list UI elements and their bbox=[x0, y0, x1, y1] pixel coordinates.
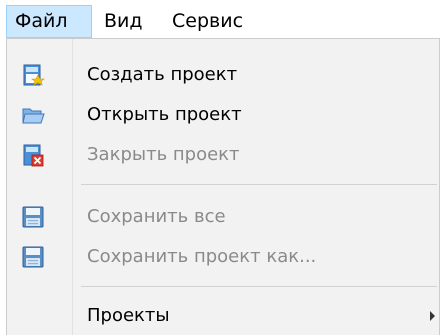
menu-item-label: Сохранить все bbox=[87, 206, 226, 227]
menu-item-save-as[interactable]: Сохранить проект как... bbox=[7, 237, 439, 277]
menu-separator bbox=[81, 286, 437, 287]
menu-item-label: Проекты bbox=[87, 305, 170, 326]
new-project-icon bbox=[21, 63, 45, 87]
menu-item-label: Закрыть проект bbox=[87, 144, 240, 165]
close-project-icon bbox=[21, 143, 45, 167]
file-dropdown-menu: Создать проект Открыть проект Закрыть пр… bbox=[6, 38, 440, 335]
menu-service[interactable]: Сервис bbox=[164, 5, 264, 38]
menu-item-label: Сохранить проект как... bbox=[87, 246, 317, 267]
menu-file[interactable]: Файл bbox=[6, 5, 92, 38]
save-all-icon bbox=[21, 205, 45, 229]
menu-item-projects[interactable]: Проекты bbox=[7, 296, 439, 335]
menu-item-open-project[interactable]: Открыть проект bbox=[7, 95, 439, 135]
app-root: Файл Вид Сервис Создать проект Открыть п… bbox=[0, 0, 440, 335]
menu-item-label: Открыть проект bbox=[87, 104, 242, 125]
menu-item-close-project[interactable]: Закрыть проект bbox=[7, 135, 439, 175]
submenu-arrow-icon bbox=[430, 311, 435, 321]
menu-view[interactable]: Вид bbox=[96, 5, 164, 38]
menu-item-create-project[interactable]: Создать проект bbox=[7, 55, 439, 95]
menu-separator bbox=[81, 184, 437, 185]
open-folder-icon bbox=[21, 103, 45, 127]
menu-item-save-all[interactable]: Сохранить все bbox=[7, 197, 439, 237]
menu-bar: Файл Вид Сервис bbox=[0, 0, 440, 40]
save-as-icon bbox=[21, 245, 45, 269]
menu-item-label: Создать проект bbox=[87, 64, 238, 85]
